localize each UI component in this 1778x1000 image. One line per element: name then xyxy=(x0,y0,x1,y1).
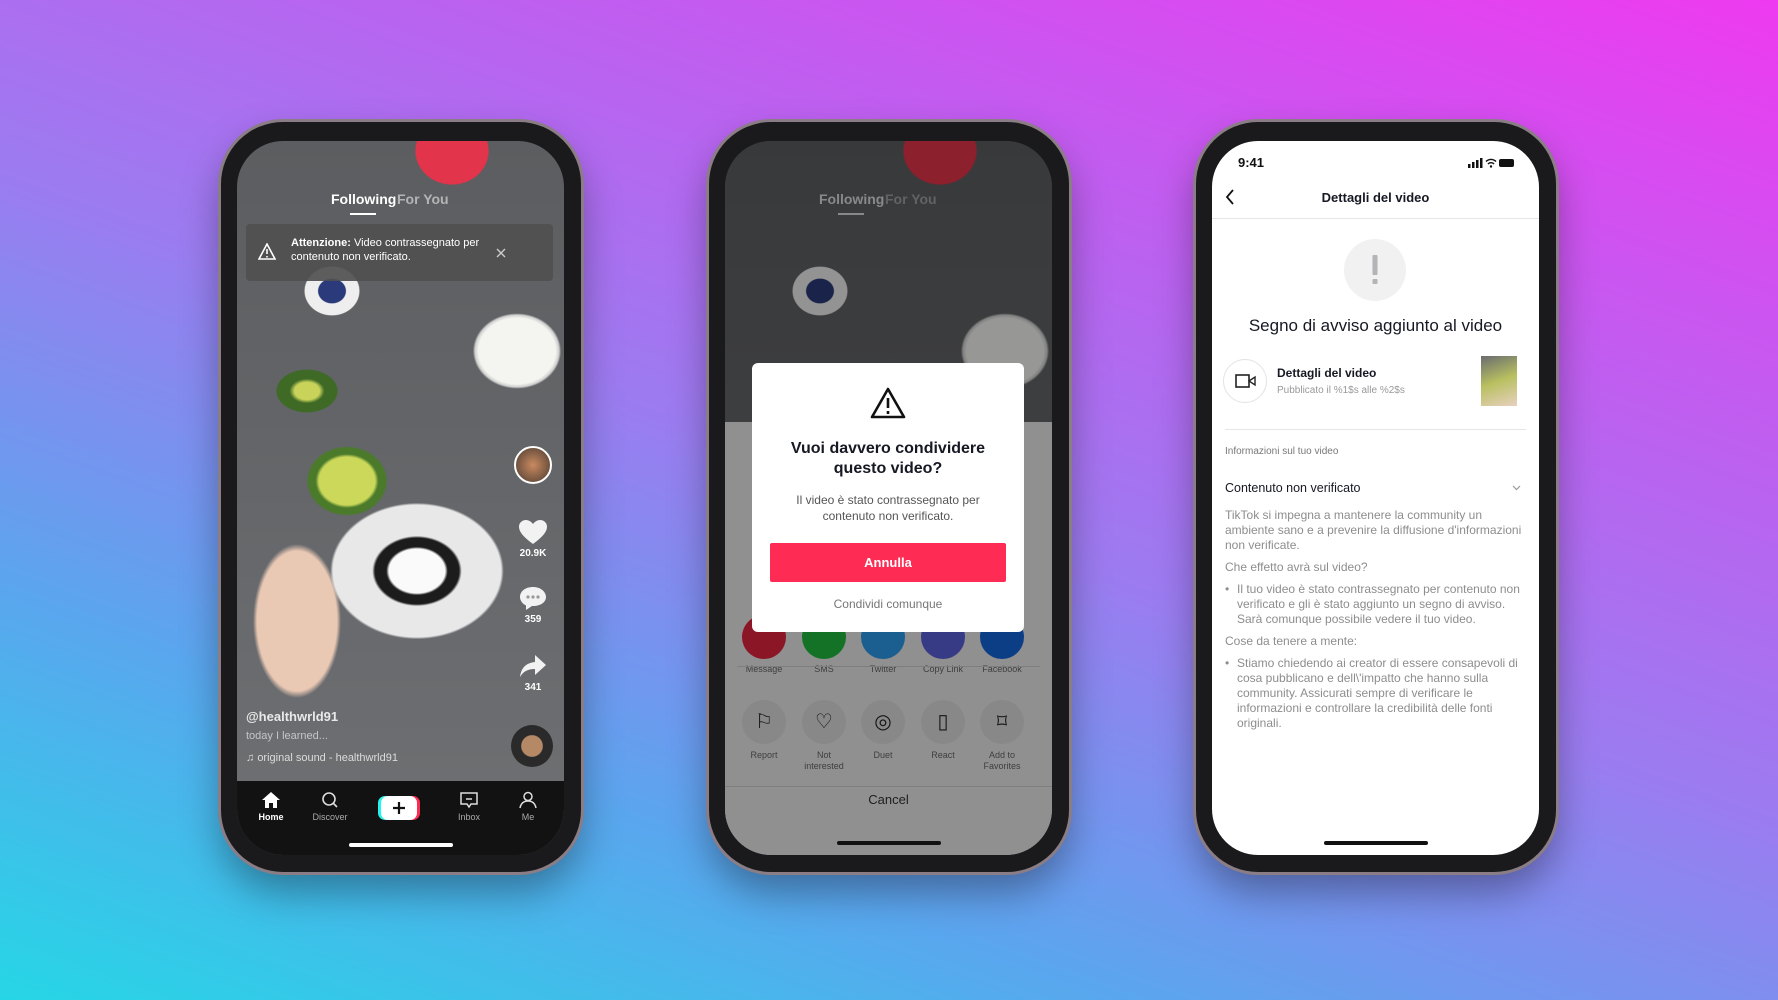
share-arrow-icon xyxy=(520,655,546,677)
sound-info[interactable]: ♫ original sound - healthwrld91 xyxy=(246,752,398,764)
bullet-2: • Stiamo chiedendo ai creator di essere c… xyxy=(1225,656,1518,730)
divider xyxy=(1225,429,1526,430)
like-button[interactable]: 20.9K xyxy=(508,519,558,559)
status-time: 9:41 xyxy=(1238,155,1265,170)
caption: today I learned... xyxy=(246,730,328,742)
share-button[interactable]: 341 xyxy=(508,653,558,693)
heading: Segno di avviso aggiunto al video xyxy=(1248,316,1503,335)
close-icon[interactable] xyxy=(496,248,506,258)
username[interactable]: @healthwrld91 xyxy=(246,709,338,724)
heart-icon xyxy=(519,520,547,544)
warning-icon xyxy=(258,243,276,260)
nav-home[interactable]: Home xyxy=(241,791,301,822)
creator-avatar[interactable] xyxy=(514,446,552,484)
like-count: 20.9K xyxy=(519,548,547,559)
comment-icon xyxy=(520,587,546,610)
question-1: Che effetto avrà sul video? xyxy=(1225,560,1368,574)
warning-icon xyxy=(870,387,906,419)
video-row-icon xyxy=(1223,359,1267,403)
status-icons xyxy=(1468,158,1514,168)
plus-icon xyxy=(393,802,405,814)
nav-inbox[interactable]: Inbox xyxy=(439,791,499,822)
person-icon xyxy=(519,791,537,809)
home-indicator xyxy=(836,841,941,845)
nav-me[interactable]: Me xyxy=(498,791,558,822)
warning-banner: Attenzione: Video contrassegnato per con… xyxy=(246,224,553,281)
phone-details: 9:41 Dettagli del video Segno di avviso … xyxy=(1196,122,1556,872)
inbox-icon xyxy=(460,792,478,809)
accordion-title[interactable]: Contenuto non verificato xyxy=(1225,481,1361,495)
dialog-title: Vuoi davvero condividere questo video? xyxy=(790,440,986,477)
video-row-subtitle: Pubblicato il %1$s alle %2$s xyxy=(1277,385,1405,396)
sound-disc[interactable] xyxy=(511,725,553,767)
feed-screen: Following For You Attenzione: Video cont… xyxy=(237,141,564,855)
video-camera-icon xyxy=(1235,374,1256,388)
bullet-1: • Il tuo video è stato contrassegnato per… xyxy=(1225,582,1520,626)
question-2: Cose da tenere a mente: xyxy=(1225,634,1358,648)
dialog-body: Il video è stato contrassegnato per cont… xyxy=(796,493,980,523)
page-title: Dettagli del video xyxy=(1321,190,1430,205)
video-thumbnail[interactable] xyxy=(1481,356,1517,406)
video-row-title[interactable]: Dettagli del video xyxy=(1277,366,1376,380)
music-note-icon: ♫ xyxy=(246,752,258,764)
phone-share: Following For You Message SMS Twitter Copy … xyxy=(709,122,1069,872)
details-screen: 9:41 Dettagli del video Segno di avviso … xyxy=(1212,141,1539,855)
confirm-dialog: Vuoi davvero condividere questo video? I… xyxy=(752,363,1024,632)
nav-discover[interactable]: Discover xyxy=(300,791,360,822)
share-screen: Following For You Message SMS Twitter Copy … xyxy=(725,141,1052,855)
search-icon xyxy=(322,792,338,808)
banner-label: Attenzione: xyxy=(291,237,351,249)
bottom-nav: Home Discover Inbox Me xyxy=(237,781,564,855)
home-indicator xyxy=(348,843,453,847)
comment-count: 359 xyxy=(524,614,542,625)
section-label: Informazioni sul tuo video xyxy=(1225,446,1339,457)
cancel-share-button[interactable]: Annulla xyxy=(770,543,1006,582)
tab-for-you[interactable]: For You xyxy=(397,191,449,207)
share-count: 341 xyxy=(524,682,542,693)
share-anyway-button[interactable]: Condividi comunque xyxy=(752,597,1024,611)
tab-indicator xyxy=(350,213,376,215)
alert-icon xyxy=(1344,239,1406,301)
chevron-down-icon[interactable] xyxy=(1512,485,1521,491)
home-indicator xyxy=(1323,841,1428,845)
tab-following[interactable]: Following xyxy=(331,191,396,207)
divider xyxy=(1212,218,1539,219)
home-icon xyxy=(262,792,280,808)
info-paragraph: TikTok si impegna a mantenere la communi… xyxy=(1225,508,1522,552)
comment-button[interactable]: 359 xyxy=(508,585,558,625)
phone-feed: Following For You Attenzione: Video cont… xyxy=(221,122,581,872)
sound-name: original sound - healthwrld91 xyxy=(257,752,398,764)
create-button[interactable] xyxy=(381,796,417,820)
